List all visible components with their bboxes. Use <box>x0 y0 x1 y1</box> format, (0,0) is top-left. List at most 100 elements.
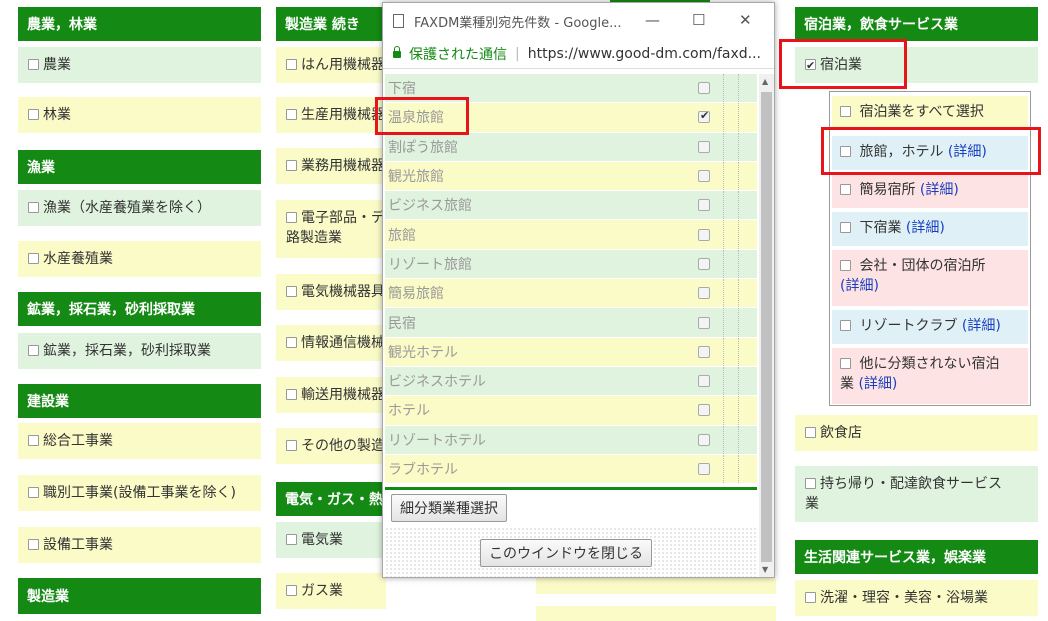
checkbox[interactable] <box>286 440 297 451</box>
sub-boarding[interactable]: 下宿業 (詳細) <box>832 212 1028 246</box>
document-icon <box>393 14 404 28</box>
checkbox[interactable] <box>840 260 851 271</box>
checkbox[interactable] <box>28 539 39 550</box>
checkbox[interactable] <box>286 212 297 223</box>
detail-link[interactable]: (詳細) <box>920 182 959 198</box>
checkbox[interactable] <box>28 109 39 120</box>
checkbox[interactable] <box>286 160 297 171</box>
checkbox[interactable] <box>286 389 297 400</box>
checkbox-electronic-parts[interactable]: 電子部品・デ 路製造業 <box>276 200 386 258</box>
list-item[interactable]: ラブホテル <box>385 454 757 485</box>
checkbox-electrical-machinery[interactable]: 電気機械器具 <box>276 274 386 310</box>
checkbox[interactable] <box>286 286 297 297</box>
checkbox[interactable] <box>698 257 710 270</box>
list-item-label: ラブホテル <box>388 462 458 478</box>
checkbox[interactable] <box>840 106 851 117</box>
checkbox[interactable] <box>28 253 39 264</box>
checkbox-info-comm-machinery[interactable]: 情報通信機械 <box>276 325 386 361</box>
checkbox-takeout[interactable]: 持ち帰り・配達飲食サービス業 <box>795 466 1038 522</box>
checkbox-laundry[interactable]: 洗濯・理容・美容・浴場業 <box>795 580 1038 616</box>
list-item[interactable]: 民宿 <box>385 308 757 338</box>
checkbox[interactable] <box>698 316 710 329</box>
checkbox[interactable] <box>805 478 816 489</box>
header-construction: 建設業 <box>18 384 261 418</box>
checkbox-electricity[interactable]: 電気業 <box>276 522 386 558</box>
list-item[interactable]: ビジネスホテル <box>385 366 757 397</box>
checkbox[interactable] <box>286 534 297 545</box>
checkbox[interactable] <box>698 82 710 95</box>
list-item[interactable]: 観光旅館 <box>385 161 757 192</box>
list-item[interactable]: 割ぽう旅館 <box>385 132 757 162</box>
url-text[interactable]: https://www.good-dm.com/faxd... <box>528 46 761 62</box>
detail-link[interactable]: (詳細) <box>840 278 879 294</box>
checkbox[interactable] <box>28 202 39 213</box>
checkbox[interactable] <box>698 140 710 153</box>
checkbox[interactable] <box>28 59 39 70</box>
checkbox[interactable] <box>805 592 816 603</box>
select-subcategory-button[interactable]: 細分類業種選択 <box>391 494 507 522</box>
detail-link[interactable]: (詳細) <box>906 220 945 236</box>
checkbox[interactable] <box>698 463 710 475</box>
checkbox-restaurant[interactable]: 飲食店 <box>795 415 1038 451</box>
list-item[interactable]: ビジネス旅館 <box>385 191 757 221</box>
list-item[interactable]: リゾート旅館 <box>385 249 757 280</box>
sub-resort-club[interactable]: リゾートクラブ (詳細) <box>832 310 1028 344</box>
list-item[interactable]: ホテル <box>385 396 757 426</box>
checkbox-forestry[interactable]: 林業 <box>18 97 261 133</box>
checkbox-other-manufacturing[interactable]: その他の製造 <box>276 428 386 464</box>
checkbox[interactable] <box>698 228 710 241</box>
sub-select-all[interactable]: 宿泊業をすべて選択 <box>832 96 1028 130</box>
checkbox-gas[interactable]: ガス業 <box>276 573 386 609</box>
checkbox[interactable] <box>698 199 710 212</box>
scrollbar[interactable]: ▲ ▼ <box>759 74 774 577</box>
list-item[interactable]: 簡易旅館 <box>385 279 757 309</box>
checkbox-business-machinery[interactable]: 業務用機械器 <box>276 148 386 184</box>
checkbox[interactable] <box>840 320 851 331</box>
sub-company-lodging[interactable]: 会社・団体の宿泊所 (詳細) <box>832 250 1028 306</box>
checkbox-general-machinery[interactable]: はん用機械器 <box>276 47 386 83</box>
checkbox[interactable] <box>698 404 710 417</box>
close-window-button[interactable]: このウインドウを閉じる <box>480 539 652 567</box>
checkbox[interactable] <box>698 433 710 446</box>
list-item[interactable]: 観光ホテル <box>385 337 757 367</box>
scroll-down-icon[interactable]: ▼ <box>762 565 768 574</box>
checkbox[interactable] <box>840 358 851 369</box>
checkbox-equipment-construction[interactable]: 設備工事業 <box>18 527 261 563</box>
checkbox-production-machinery[interactable]: 生産用機械器 <box>276 97 386 133</box>
scroll-up-icon[interactable]: ▲ <box>762 77 768 86</box>
checkbox[interactable] <box>286 337 297 348</box>
detail-link[interactable]: (詳細) <box>962 318 1001 334</box>
minimize-icon[interactable]: — <box>645 11 660 29</box>
address-bar[interactable]: 保護された通信 | https://www.good-dm.com/faxd..… <box>383 39 774 69</box>
checkbox-mining[interactable]: 鉱業，採石業，砂利採取業 <box>18 333 261 369</box>
column-divider <box>738 454 739 484</box>
checkbox[interactable] <box>698 109 710 124</box>
sub-simple-lodging[interactable]: 簡易宿所 (詳細) <box>832 174 1028 208</box>
checkbox-fishery[interactable]: 漁業（水産養殖業を除く） <box>18 190 261 226</box>
checkbox[interactable] <box>286 585 297 596</box>
checkbox[interactable] <box>840 222 851 233</box>
checkbox[interactable] <box>698 345 710 358</box>
scrollbar-thumb[interactable] <box>761 92 772 562</box>
checkbox[interactable] <box>28 345 39 356</box>
checkbox[interactable] <box>286 109 297 120</box>
maximize-icon[interactable]: ☐ <box>692 11 705 29</box>
checkbox-aquaculture[interactable]: 水産養殖業 <box>18 241 261 277</box>
list-item[interactable]: リゾートホテル <box>385 425 757 455</box>
checkbox-job-construction[interactable]: 職別工事業(設備工事業を除く) <box>18 475 261 511</box>
checkbox[interactable] <box>286 59 297 70</box>
checkbox[interactable] <box>698 287 710 300</box>
sub-other-lodging[interactable]: 他に分類されない宿泊業 (詳細) <box>832 348 1028 404</box>
checkbox[interactable] <box>840 184 851 195</box>
checkbox-general-construction[interactable]: 総合工事業 <box>18 423 261 459</box>
checkbox-agriculture[interactable]: 農業 <box>18 47 261 83</box>
detail-link[interactable]: (詳細) <box>858 376 897 392</box>
checkbox[interactable] <box>28 435 39 446</box>
checkbox[interactable] <box>698 170 710 183</box>
checkbox[interactable] <box>698 375 710 388</box>
checkbox[interactable] <box>805 427 816 438</box>
checkbox[interactable] <box>28 487 39 498</box>
checkbox-transport-machinery[interactable]: 輸送用機械器 <box>276 377 386 413</box>
close-icon[interactable]: ✕ <box>739 11 752 29</box>
list-item[interactable]: 旅館 <box>385 220 757 250</box>
